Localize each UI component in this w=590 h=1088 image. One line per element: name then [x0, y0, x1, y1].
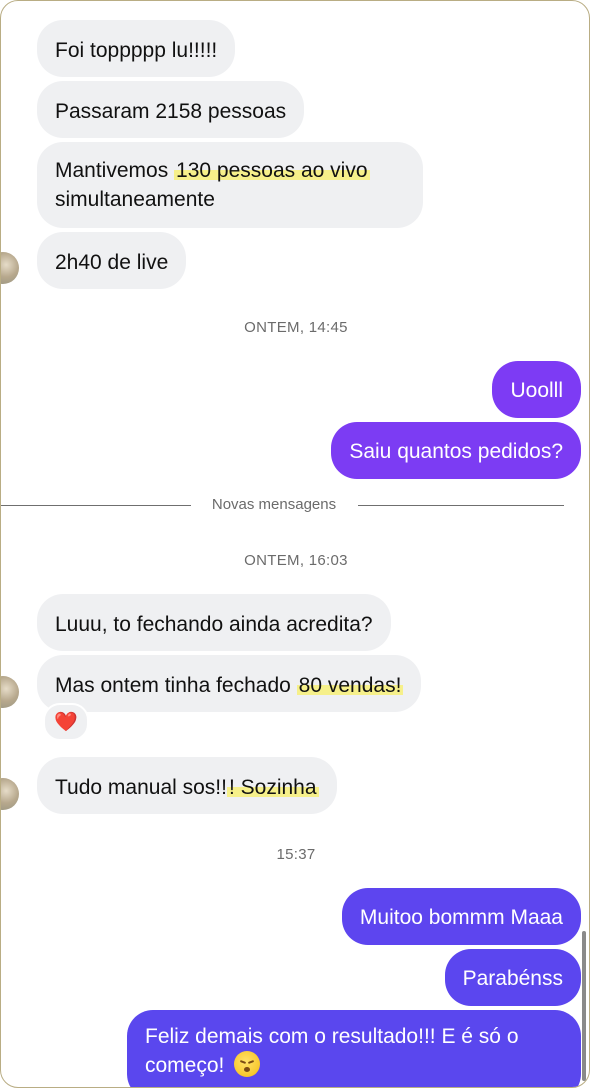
avatar[interactable] [1, 778, 19, 810]
message-text: Muitoo bommm Maaa [359, 906, 563, 929]
message-text: Tudo manual sos!! [55, 776, 227, 799]
highlighted-text: 80 vendas! [296, 674, 404, 697]
message-text: Mas ontem tinha fechado [55, 674, 297, 697]
incoming-message[interactable]: 2h40 de live [37, 232, 187, 289]
avatar[interactable] [1, 676, 19, 708]
incoming-message[interactable]: Luuu, to fechando ainda acredita? [37, 594, 391, 651]
red-heart-icon: ❤️ [54, 711, 78, 733]
relieved-face-icon [234, 1051, 261, 1077]
timestamp: 15:37 [276, 846, 316, 863]
timestamp: ONTEM, 16:03 [244, 552, 348, 569]
outgoing-message[interactable]: Uoolll [492, 361, 581, 418]
heart-reaction[interactable]: ❤️ [43, 703, 89, 741]
message-text: Saiu quantos pedidos? [349, 440, 563, 463]
message-text: Parabénss [462, 967, 563, 990]
new-messages-divider: Novas mensagens [211, 496, 337, 513]
chat-window: Foi toppppp lu!!!!! Passaram 2158 pessoa… [0, 0, 590, 1088]
timestamp: ONTEM, 14:45 [244, 319, 348, 336]
message-text: 2h40 de live [55, 251, 169, 274]
scrollbar[interactable] [582, 931, 586, 1081]
incoming-message[interactable]: Passaram 2158 pessoas [37, 81, 305, 138]
message-text: Foi toppppp lu!!!!! [55, 39, 218, 62]
divider-line-right [358, 505, 564, 506]
message-text: Luuu, to fechando ainda acredita? [55, 613, 373, 636]
highlighted-text: ! Sozinha [226, 776, 319, 799]
outgoing-message[interactable]: Muitoo bommm Maaa [341, 888, 581, 945]
message-text: Mantivemos [55, 159, 175, 182]
outgoing-message[interactable]: Feliz demais com o resultado!!! E é só o… [127, 1010, 581, 1087]
incoming-message[interactable]: Foi toppppp lu!!!!! [37, 20, 236, 77]
message-text: Feliz demais com o resultado!!! E é só o [145, 1025, 519, 1048]
outgoing-message[interactable]: Parabénss [444, 949, 581, 1006]
incoming-message[interactable]: Mantivemos 130 pessoas ao vivo simultane… [37, 142, 423, 228]
incoming-message[interactable]: Mas ontem tinha fechado 80 vendas! [37, 655, 422, 712]
message-text: simultaneamente [55, 188, 215, 211]
highlighted-text: 130 pessoas ao vivo [174, 159, 370, 182]
incoming-message[interactable]: Tudo manual sos!!! Sozinha [37, 757, 337, 814]
avatar[interactable] [1, 252, 19, 284]
message-text: Uoolll [510, 379, 563, 402]
divider-line-left [1, 505, 191, 506]
outgoing-message[interactable]: Saiu quantos pedidos? [331, 422, 581, 479]
message-text: começo! [145, 1054, 225, 1077]
message-text: Passaram 2158 pessoas [55, 100, 287, 123]
